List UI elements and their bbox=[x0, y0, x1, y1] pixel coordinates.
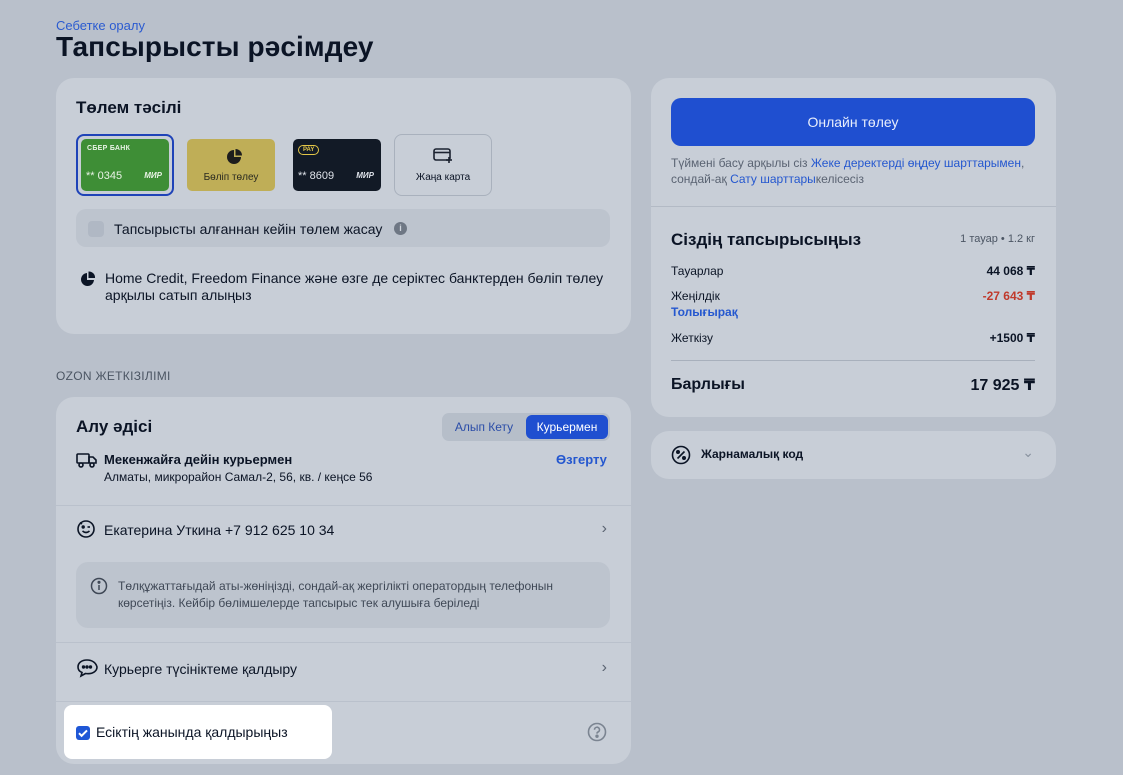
leave-at-door-option[interactable]: Есіктің жанында қалдырыңыз bbox=[64, 705, 332, 759]
online-pay-button[interactable]: Онлайн төлеу bbox=[671, 98, 1035, 146]
recipient-note-text: Төлқұжаттағыдай аты-жөніңізді, сондай-ақ… bbox=[118, 579, 554, 610]
divider bbox=[56, 505, 631, 506]
promo-code-toggle[interactable]: Жарнамалық код ⌄ bbox=[651, 431, 1056, 479]
courier-comment-row[interactable]: Курьерге түсініктеме қалдыру bbox=[104, 661, 297, 677]
pay-card-number: ** 8609 bbox=[298, 170, 335, 182]
sale-terms-link[interactable]: Сату шарттары bbox=[730, 172, 816, 186]
discount-details-link[interactable]: Толығырақ bbox=[671, 305, 738, 319]
divider bbox=[671, 360, 1035, 361]
pay-after-receive-checkbox[interactable] bbox=[88, 221, 104, 237]
mir-logo: МИР bbox=[356, 171, 374, 180]
percent-badge-icon bbox=[671, 445, 691, 470]
chat-bubble-icon bbox=[76, 658, 98, 683]
pay-badge: PAY bbox=[298, 145, 320, 155]
address-line: Алматы, микрорайон Самал-2, 56, кв. / ке… bbox=[104, 470, 373, 484]
change-address-link[interactable]: Өзгерту bbox=[556, 452, 607, 467]
payment-method-heading: Төлем тәсілі bbox=[76, 98, 182, 117]
goods-label: Тауарлар bbox=[671, 264, 724, 278]
order-summary-card: Онлайн төлеу Түймені басу арқылы сіз Жек… bbox=[651, 78, 1056, 417]
discount-value: -27 643 ₸ bbox=[982, 289, 1035, 303]
partner-banks-text: Home Credit, Freedom Finance және өзге д… bbox=[105, 270, 604, 303]
delivery-label: Жеткізу bbox=[671, 331, 713, 345]
total-label: Барлығы bbox=[671, 376, 745, 393]
mir-logo: МИР bbox=[144, 171, 162, 180]
payment-tiles: СБЕР БАНК ** 0345 МИР Бөліп төлеу PAY **… bbox=[76, 134, 492, 196]
split-pie-icon bbox=[80, 271, 96, 292]
leave-at-door-checkbox[interactable] bbox=[76, 726, 90, 740]
pickup-option[interactable]: Алып Кету bbox=[444, 415, 524, 439]
pay-after-receive-label: Тапсырысты алғаннан кейін төлем жасау bbox=[114, 221, 383, 237]
terms-prefix: Түймені басу арқылы сіз bbox=[671, 156, 811, 170]
truck-icon bbox=[76, 452, 98, 473]
goods-value: 44 068 ₸ bbox=[986, 264, 1035, 278]
page-title: Тапсырысты рәсімдеу bbox=[56, 31, 374, 62]
info-icon[interactable]: i bbox=[394, 222, 407, 235]
total-value: 17 925 ₸ bbox=[970, 377, 1035, 394]
split-payment-tile[interactable]: Бөліп төлеу bbox=[182, 134, 280, 196]
chevron-down-icon[interactable]: ⌄ bbox=[1022, 444, 1034, 461]
address-title: Мекенжайға дейін курьермен bbox=[104, 452, 293, 467]
recipient-note: Төлқұжаттағыдай аты-жөніңізді, сондай-ақ… bbox=[76, 562, 610, 628]
add-card-icon bbox=[433, 148, 453, 169]
delivery-section-label: OZON ЖЕТКІЗІЛІМІ bbox=[56, 369, 171, 383]
delivery-type-switch: Алып Кету Курьермен bbox=[442, 413, 610, 441]
split-pie-icon bbox=[226, 149, 242, 170]
terms-suffix: келісесіз bbox=[815, 172, 864, 186]
recipient-row[interactable]: Екатерина Уткина +7 912 625 10 34 bbox=[104, 522, 334, 538]
divider bbox=[651, 206, 1056, 207]
question-icon[interactable] bbox=[587, 722, 607, 747]
leave-at-door-label: Есіктің жанында қалдырыңыз bbox=[96, 724, 288, 740]
chevron-right-icon[interactable]: › bbox=[602, 520, 607, 538]
new-card-label: Жаңа карта bbox=[415, 172, 471, 183]
chevron-right-icon[interactable]: › bbox=[602, 659, 607, 677]
split-payment-label: Бөліп төлеу bbox=[203, 172, 259, 183]
divider bbox=[56, 642, 631, 643]
sber-brand-label: СБЕР БАНК bbox=[87, 145, 131, 152]
delivery-method-heading: Алу әдісі bbox=[76, 417, 153, 436]
pay-after-receive-option[interactable]: Тапсырысты алғаннан кейін төлем жасау i bbox=[76, 209, 610, 247]
promo-code-label: Жарнамалық код bbox=[701, 447, 804, 461]
pay-card-tile[interactable]: PAY ** 8609 МИР bbox=[288, 134, 386, 196]
order-title: Сіздің тапсырысыңыз bbox=[671, 230, 862, 249]
delivery-value: +1500 ₸ bbox=[989, 331, 1035, 345]
personal-data-terms-link[interactable]: Жеке деректерді өңдеу шарттарымен bbox=[811, 156, 1021, 170]
terms-text: Түймені басу арқылы сіз Жеке деректерді … bbox=[671, 155, 1041, 187]
order-meta: 1 тауар • 1.2 кг bbox=[960, 233, 1035, 245]
courier-option[interactable]: Курьермен bbox=[526, 415, 608, 439]
sber-card-number: ** 0345 bbox=[86, 170, 123, 182]
smile-icon bbox=[76, 519, 96, 544]
sber-card-tile[interactable]: СБЕР БАНК ** 0345 МИР bbox=[76, 134, 174, 196]
payment-method-card: Төлем тәсілі СБЕР БАНК ** 0345 МИР Бөліп… bbox=[56, 78, 631, 334]
discount-label: Жеңілдік bbox=[671, 289, 720, 303]
new-card-tile[interactable]: Жаңа карта bbox=[394, 134, 492, 196]
divider bbox=[56, 701, 631, 702]
info-circle-icon bbox=[90, 577, 108, 600]
